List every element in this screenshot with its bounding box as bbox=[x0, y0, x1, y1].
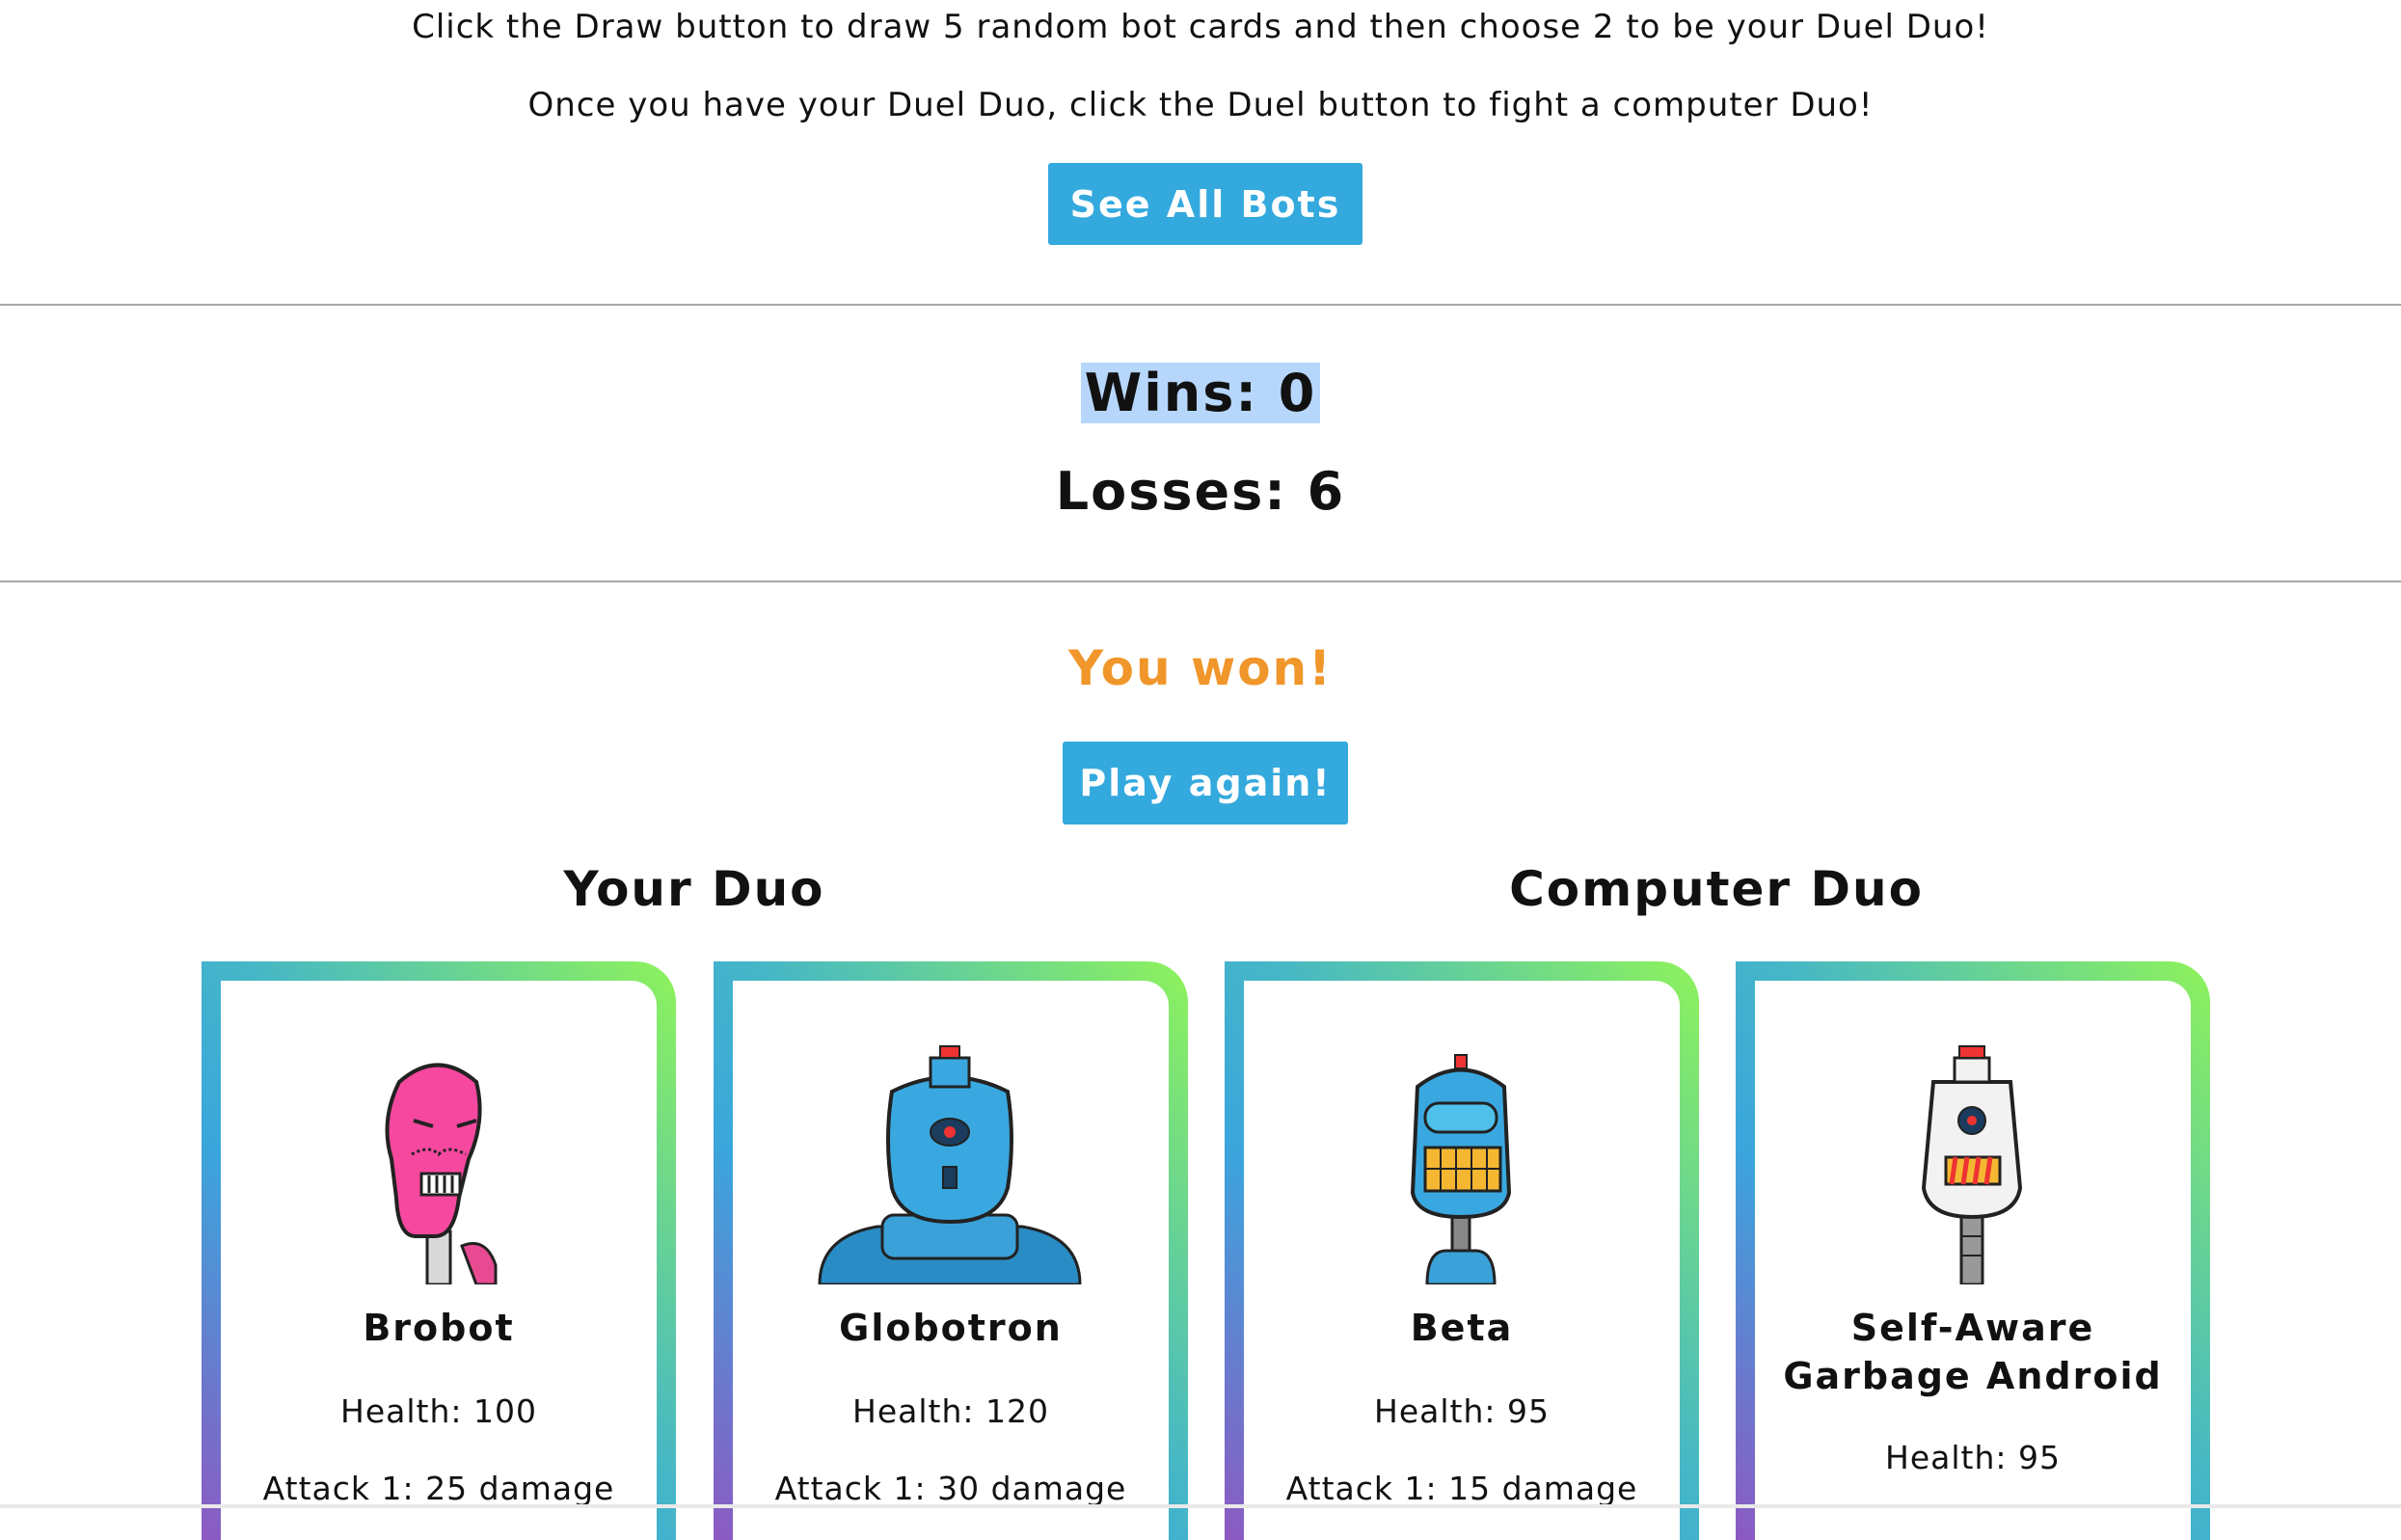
wins-text: Wins: 0 bbox=[1080, 363, 1321, 423]
divider-bottom bbox=[0, 581, 2401, 582]
intro-line-1: Click the Draw button to draw 5 random b… bbox=[412, 8, 1989, 46]
bot-card-brobot[interactable]: Brobot Health: 100 Attack 1: 25 damage bbox=[202, 961, 676, 1540]
bot-health: Health: 95 bbox=[1885, 1439, 2061, 1476]
bot-attack: Attack 1: 15 damage bbox=[1285, 1470, 1638, 1507]
bot-card-globotron[interactable]: Globotron Health: 120 Attack 1: 30 damag… bbox=[714, 961, 1188, 1540]
wins-score: Wins: 0 bbox=[0, 363, 2401, 423]
intro-line-2: Once you have your Duel Duo, click the D… bbox=[527, 86, 1874, 124]
self-aware-garbage-android-image bbox=[1921, 1045, 2023, 1284]
divider-top bbox=[0, 304, 2401, 306]
see-all-bots-button[interactable]: See All Bots bbox=[1048, 163, 1362, 245]
computer-duo-title: Computer Duo bbox=[1509, 861, 1924, 917]
losses-score: Losses: 6 bbox=[1055, 461, 1346, 522]
brobot-image bbox=[385, 1063, 498, 1284]
globotron-image bbox=[818, 1045, 1082, 1284]
bot-attack: Attack 1: 25 damage bbox=[262, 1470, 615, 1507]
bot-card-beta[interactable]: Beta Health: 95 Attack 1: 15 damage bbox=[1225, 961, 1699, 1540]
bot-name: Globotron bbox=[839, 1307, 1063, 1349]
bot-attack: Attack 1: 30 damage bbox=[774, 1470, 1127, 1507]
bot-health: Health: 95 bbox=[1374, 1392, 1550, 1430]
your-duo-title: Your Duo bbox=[563, 861, 825, 917]
bot-health: Health: 100 bbox=[340, 1392, 537, 1430]
bot-card-self-aware-garbage-android[interactable]: Self-Aware Garbage Android Health: 95 bbox=[1736, 961, 2210, 1540]
bot-health: Health: 120 bbox=[852, 1392, 1049, 1430]
beta-image bbox=[1410, 1054, 1512, 1284]
page-bottom-edge bbox=[0, 1504, 2401, 1508]
bot-name: Beta bbox=[1410, 1307, 1514, 1349]
bot-name: Self-Aware Garbage Android bbox=[1783, 1307, 2163, 1397]
result-message: You won! bbox=[1068, 640, 1333, 696]
play-again-button[interactable]: Play again! bbox=[1063, 742, 1348, 824]
bot-name: Brobot bbox=[363, 1307, 515, 1349]
